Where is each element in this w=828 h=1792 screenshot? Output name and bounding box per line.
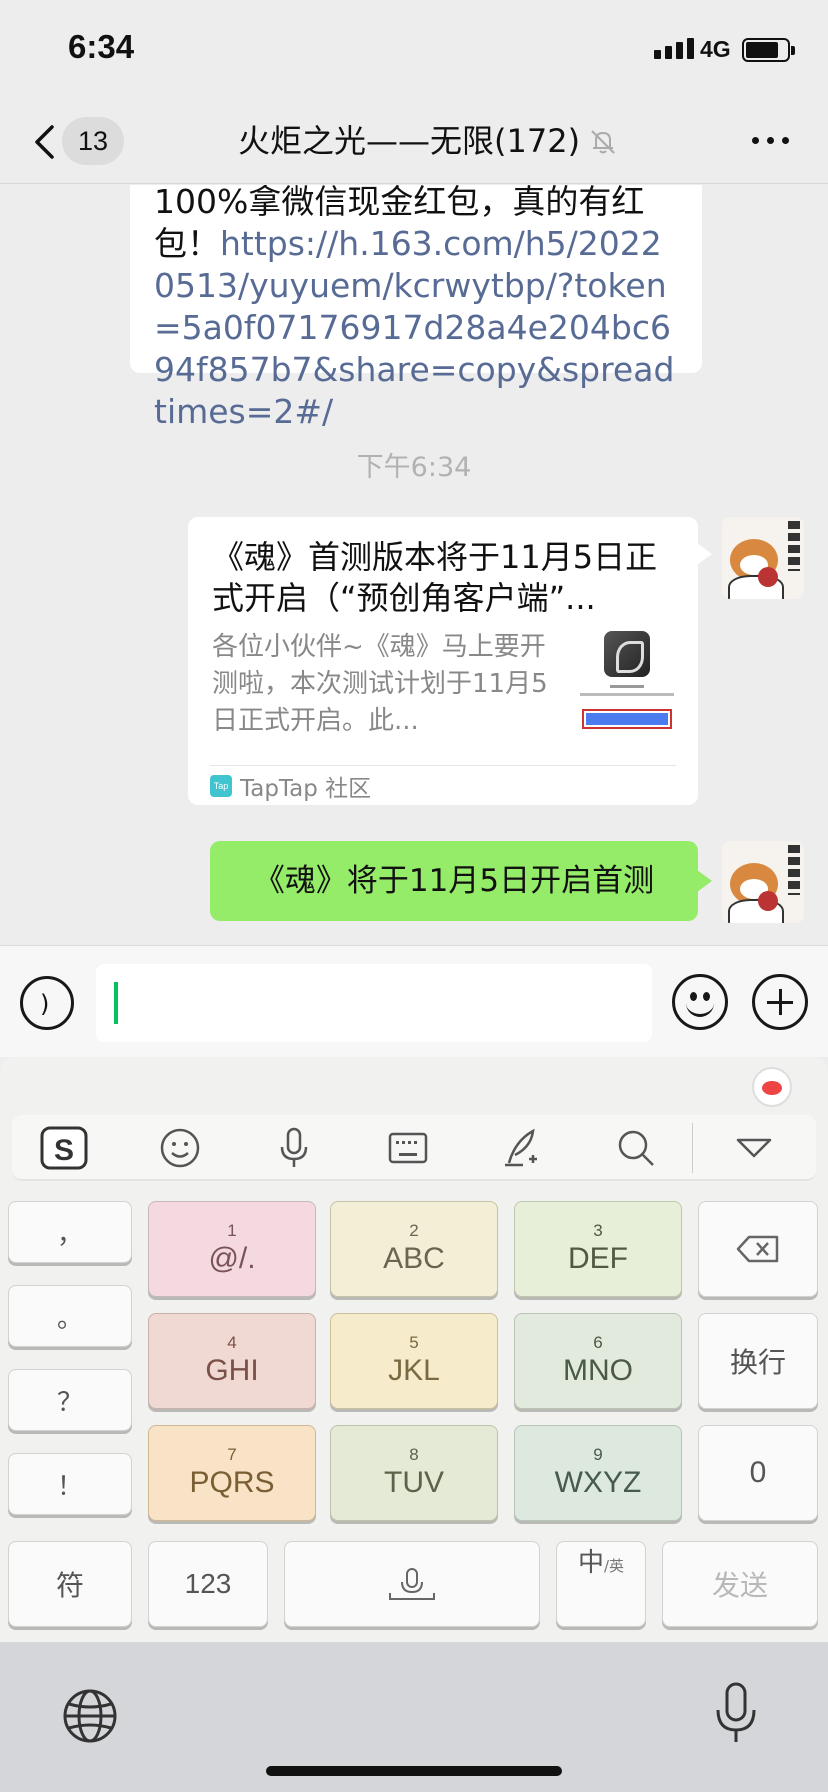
key-4[interactable]: 4 GHI: [148, 1313, 316, 1409]
sent-message-bubble[interactable]: 《魂》将于11月5日开启首测: [210, 841, 712, 921]
ime-keyboard: S ， 。 ？ ！ 1 @/. 2 ABC 3 DEF 4 GHI 5 JKL …: [0, 1057, 828, 1642]
backspace-icon: [736, 1235, 779, 1263]
card-title: 《魂》首测版本将于11月5日正式开启（“预创角客户端”...: [212, 538, 658, 617]
message-timestamp: 下午6:34: [356, 452, 472, 483]
unread-count-badge[interactable]: 13: [62, 117, 124, 165]
text-message-bubble[interactable]: 100%拿微信现金红包，真的有红包！https://h.163.com/h5/2…: [130, 185, 702, 431]
search-icon[interactable]: [596, 1115, 676, 1181]
card-description: 各位小伙伴~《魂》马上要开测啦，本次测试计划于11月5日正式开启。此...: [212, 632, 548, 736]
zero-key[interactable]: 0: [698, 1425, 818, 1521]
status-time: 6:34: [68, 28, 135, 65]
thumb-button-graphic: [582, 709, 672, 729]
key-6[interactable]: 6 MNO: [514, 1313, 682, 1409]
key-2[interactable]: 2 ABC: [330, 1201, 498, 1297]
microphone-icon[interactable]: [254, 1115, 334, 1181]
send-key[interactable]: 发送: [662, 1541, 818, 1627]
globe-icon[interactable]: [62, 1688, 118, 1744]
message-list[interactable]: 100%拿微信现金红包，真的有红包！https://h.163.com/h5/2…: [0, 185, 828, 945]
card-thumbnail: [576, 629, 676, 739]
home-indicator[interactable]: [266, 1766, 562, 1776]
key-3[interactable]: 3 DEF: [514, 1201, 682, 1297]
key-7[interactable]: 7 PQRS: [148, 1425, 316, 1521]
enter-key[interactable]: 换行: [698, 1313, 818, 1409]
toolbar-divider: [692, 1123, 693, 1173]
system-input-bar: [0, 1642, 828, 1792]
signal-icon: [654, 38, 694, 59]
key-9[interactable]: 9 WXYZ: [514, 1425, 682, 1521]
message-input[interactable]: [96, 964, 652, 1042]
chevron-left-icon[interactable]: [30, 124, 60, 160]
key-8[interactable]: 8 TUV: [330, 1425, 498, 1521]
battery-icon: [742, 38, 795, 62]
plus-icon[interactable]: [752, 974, 808, 1030]
collapse-triangle-icon[interactable]: [714, 1115, 794, 1181]
network-type: 4G: [700, 36, 731, 62]
key-5[interactable]: 5 JKL: [330, 1313, 498, 1409]
taptap-icon: Tap: [210, 774, 232, 797]
backspace-key[interactable]: [698, 1201, 818, 1297]
keyboard-mascot-icon[interactable]: [752, 1067, 792, 1107]
handwriting-icon[interactable]: [482, 1115, 562, 1181]
space-key[interactable]: [284, 1541, 540, 1627]
sogou-logo-icon[interactable]: S: [24, 1115, 104, 1181]
keyboard-icon[interactable]: [368, 1115, 448, 1181]
input-bar: ): [0, 945, 828, 1057]
emoji-face-icon[interactable]: [140, 1115, 220, 1181]
message-link[interactable]: https://h.163.com/h5/20220513/yuyuem/kcr…: [154, 224, 674, 431]
key-period[interactable]: 。: [8, 1285, 132, 1347]
key-exclamation[interactable]: ！: [8, 1453, 132, 1515]
space-mic-icon: [389, 1568, 435, 1600]
key-comma[interactable]: ，: [8, 1201, 132, 1263]
link-card-message[interactable]: 《魂》首测版本将于11月5日正式开启（“预创角客户端”... 各位小伙伴~《魂》…: [188, 517, 712, 805]
symbols-key[interactable]: 符: [8, 1541, 132, 1627]
status-bar: 6:34 4G: [0, 0, 828, 100]
key-question[interactable]: ？: [8, 1369, 132, 1431]
emoji-icon[interactable]: [672, 974, 728, 1030]
bell-off-icon: [591, 130, 615, 154]
more-dots-icon[interactable]: [752, 137, 789, 144]
keyboard-toolbar: S: [12, 1115, 816, 1181]
chat-title: 火炬之光——无限(172): [238, 122, 581, 160]
avatar[interactable]: [722, 517, 804, 599]
svg-text:S: S: [54, 1134, 74, 1167]
game-logo-icon: [604, 631, 650, 677]
numbers-key[interactable]: 123: [148, 1541, 268, 1627]
language-switch-key[interactable]: 中/英: [556, 1541, 646, 1627]
voice-icon[interactable]: ): [20, 976, 74, 1030]
key-1[interactable]: 1 @/.: [148, 1201, 316, 1297]
chat-header: 13 火炬之光——无限(172): [0, 100, 828, 184]
avatar[interactable]: [722, 841, 804, 923]
card-footer: Tap TapTap 社区: [210, 765, 676, 805]
card-source: TapTap 社区: [240, 775, 372, 802]
text-caret: [114, 982, 118, 1024]
microphone-icon[interactable]: [714, 1682, 758, 1746]
card-body: 各位小伙伴~《魂》马上要开测啦，本次测试计划于11月5日正式开启。此...: [212, 629, 676, 739]
